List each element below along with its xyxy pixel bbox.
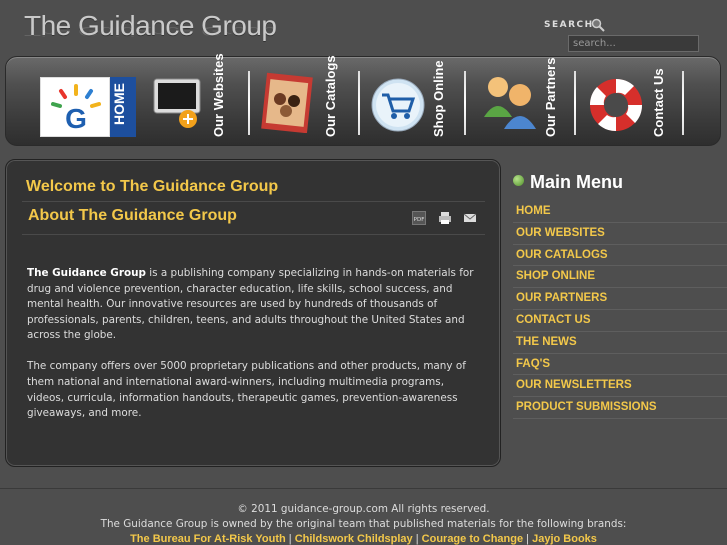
article-paragraph: The Guidance Group is a publishing compa…	[27, 267, 474, 342]
article-title[interactable]: About The Guidance Group	[28, 207, 237, 225]
separator: |	[526, 533, 530, 545]
divider	[22, 234, 485, 235]
menu-item-home[interactable]: HOME	[513, 201, 727, 223]
menu-item-contact-us[interactable]: CONTACT US	[513, 310, 727, 332]
separator: |	[288, 533, 292, 545]
nav-shop-online-label: Shop Online	[431, 60, 446, 137]
nav-our-websites-label: Our Websites	[211, 53, 226, 137]
nav-shop-online[interactable]: Shop Online	[370, 60, 468, 137]
email-icon[interactable]	[463, 211, 477, 225]
divider	[22, 201, 485, 202]
svg-text:G: G	[65, 103, 87, 134]
people-icon	[484, 77, 536, 129]
nav-divider	[358, 71, 360, 135]
print-icon[interactable]	[438, 211, 452, 225]
lifebuoy-icon	[589, 78, 643, 132]
menu-item-our-websites[interactable]: OUR WEBSITES	[513, 223, 727, 245]
menu-item-faqs[interactable]: FAQ'S	[513, 354, 727, 376]
site-logo-reflection: The Guidance Group	[24, 24, 277, 38]
search-icon[interactable]	[591, 18, 605, 32]
brand-link[interactable]: Jayjo Books	[532, 533, 597, 545]
brand-link[interactable]: The Bureau For At-Risk Youth	[130, 533, 286, 545]
search-label: SEARCH	[544, 20, 594, 30]
search-input[interactable]	[568, 35, 699, 52]
nav-divider	[574, 71, 576, 135]
menu-item-our-partners[interactable]: OUR PARTNERS	[513, 288, 727, 310]
menu-item-shop-online[interactable]: SHOP ONLINE	[513, 266, 727, 289]
top-navigation-bar: G HOME Our Websites Our Catalogs Shop On…	[5, 53, 721, 146]
nav-our-catalogs-label: Our Catalogs	[323, 55, 338, 137]
nav-home-label: HOME	[111, 83, 127, 125]
menu-item-our-catalogs[interactable]: OUR CATALOGS	[513, 245, 727, 267]
article-paragraph: The company offers over 5000 proprietary…	[27, 360, 466, 420]
nav-contact-us[interactable]: Contact Us	[588, 68, 688, 137]
brand-link[interactable]: Courage to Change	[422, 533, 523, 545]
catalog-icon	[261, 72, 313, 133]
nav-contact-us-label: Contact Us	[651, 68, 666, 137]
nav-home[interactable]: G HOME	[40, 71, 138, 137]
welcome-title: Welcome to The Guidance Group	[26, 178, 279, 195]
brand-link[interactable]: Childswork Childsplay	[295, 533, 413, 545]
menu-item-the-news[interactable]: THE NEWS	[513, 332, 727, 354]
nav-divider	[464, 71, 466, 135]
nav-our-partners[interactable]: Our Partners	[480, 57, 580, 137]
menu-item-product-submissions[interactable]: PRODUCT SUBMISSIONS	[513, 397, 727, 419]
monitor-icon	[153, 78, 201, 128]
footer-divider	[0, 488, 727, 489]
nav-our-partners-label: Our Partners	[543, 57, 558, 137]
separator: |	[415, 533, 419, 545]
plus-circle-icon	[513, 175, 524, 186]
pdf-icon[interactable]: PDF	[412, 211, 426, 225]
nav-divider	[682, 71, 684, 135]
nav-our-catalogs[interactable]: Our Catalogs	[260, 55, 358, 137]
nav-divider	[248, 71, 250, 135]
shopping-cart-icon	[371, 78, 425, 132]
footer-brand-links: The Bureau For At-Risk Youth | Childswor…	[0, 533, 727, 545]
main-menu-title: Main Menu	[530, 172, 623, 192]
nav-our-websites[interactable]: Our Websites	[150, 53, 246, 137]
home-g-logo-icon: G	[40, 77, 110, 137]
svg-text:PDF: PDF	[414, 217, 425, 223]
main-menu: HOME OUR WEBSITES OUR CATALOGS SHOP ONLI…	[513, 201, 727, 419]
footer-copyright: © 2011 guidance-group.com All rights res…	[237, 503, 490, 515]
menu-item-our-newsletters[interactable]: OUR NEWSLETTERS	[513, 375, 727, 398]
footer-owned-text: The Guidance Group is owned by the origi…	[100, 518, 627, 530]
article-body: The Guidance Group is a publishing compa…	[27, 266, 482, 437]
